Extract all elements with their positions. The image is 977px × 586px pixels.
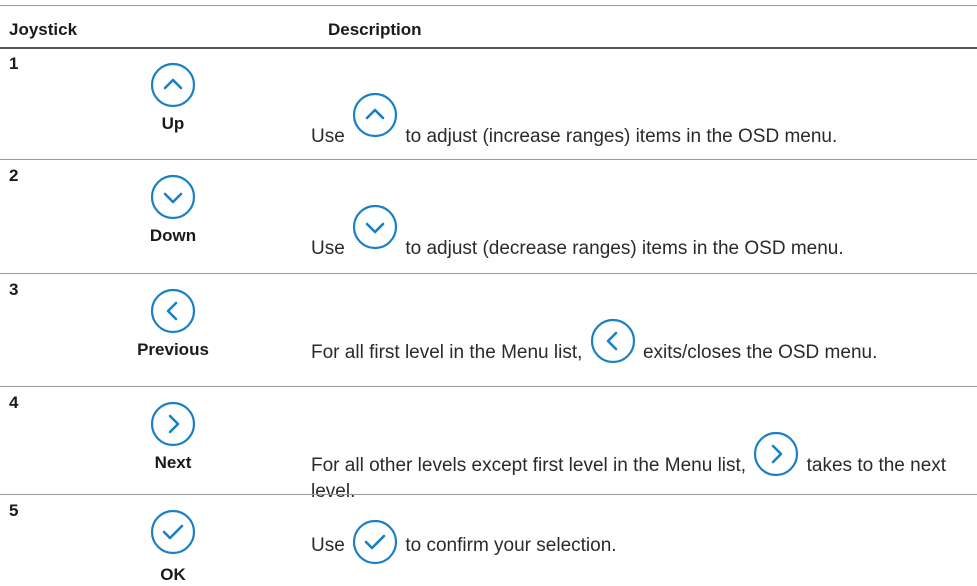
chevron-up-icon (150, 62, 196, 108)
table-row: 5 OK Use to confirm your selection. (0, 495, 977, 586)
chevron-right-icon (754, 431, 799, 477)
description-text-before: Use (311, 238, 345, 259)
row-description: For all first level in the Menu list, ex… (311, 318, 951, 366)
description-text-after: exits/closes the OSD menu. (642, 342, 878, 363)
row-number: 2 (9, 166, 19, 185)
chevron-left-icon (590, 318, 635, 364)
table-row: 4 Next For all other levels except first… (0, 387, 977, 502)
chevron-down-icon (352, 204, 398, 250)
checkmark-icon (150, 509, 196, 555)
column-header-joystick: Joystick (9, 20, 78, 39)
description-text-after: to adjust (decrease ranges) items in the… (405, 238, 844, 259)
table-top-rule (0, 5, 977, 6)
row-number: 1 (9, 54, 19, 73)
description-text-before: For all first level in the Menu list, (311, 342, 583, 363)
description-text-after: to adjust (increase ranges) items in the… (405, 126, 838, 147)
row-description: Use to confirm your selection. (311, 519, 951, 565)
joystick-label: OK (160, 565, 186, 584)
row-description: Use to adjust (increase ranges) items in… (311, 92, 951, 150)
chevron-right-icon (150, 401, 196, 447)
chevron-left-icon (150, 288, 196, 334)
chevron-down-icon (150, 174, 196, 220)
row-description: Use to adjust (decrease ranges) items in… (311, 204, 951, 262)
table-row: 1 Up Use to adjust (increase ranges) ite… (0, 48, 977, 158)
column-header-description: Description (328, 20, 422, 39)
joystick-label: Down (149, 226, 197, 245)
row-number: 3 (9, 280, 19, 299)
description-text-after: to confirm your selection. (405, 535, 617, 556)
description-text-before: For all other levels except first level … (311, 455, 747, 476)
description-text-before: Use (311, 126, 345, 147)
description-text-before: Use (311, 535, 345, 556)
checkmark-icon (352, 519, 398, 565)
row-number: 4 (9, 393, 19, 412)
table-row: 2 Down Use to adjust (decrease ranges) i… (0, 160, 977, 272)
joystick-label: Previous (137, 340, 209, 359)
row-number: 5 (9, 501, 19, 520)
joystick-label: Next (154, 453, 192, 472)
chevron-up-icon (352, 92, 398, 138)
joystick-label: Up (161, 114, 185, 133)
table-row: 3 Previous For all first level in the Me… (0, 274, 977, 385)
